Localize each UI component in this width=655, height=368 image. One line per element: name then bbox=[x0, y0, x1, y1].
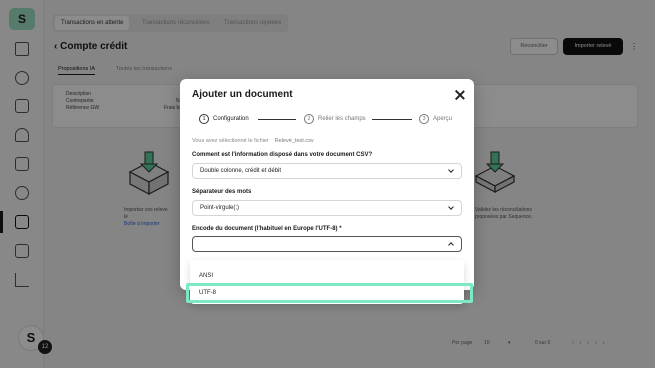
step-link-fields: 2 Relier les champs bbox=[304, 114, 366, 124]
step-label: Aperçu bbox=[433, 116, 453, 122]
selected-file-row: Vous avez sélectionné le fichier Relevé_t… bbox=[192, 138, 314, 144]
step-number: 2 bbox=[304, 114, 314, 124]
chevron-up-icon bbox=[448, 242, 454, 248]
close-icon[interactable] bbox=[454, 89, 466, 101]
step-configuration: 1 Configuration bbox=[199, 114, 249, 124]
encoding-select[interactable] bbox=[192, 236, 462, 252]
step-label: Configuration bbox=[213, 116, 249, 122]
step-number: 1 bbox=[199, 114, 209, 124]
chevron-down-icon bbox=[448, 204, 454, 210]
step-connector bbox=[372, 119, 412, 120]
csv-layout-select[interactable]: Double colonne, crédit et débit bbox=[192, 163, 462, 179]
step-connector bbox=[258, 119, 296, 120]
step-number: 3 bbox=[419, 114, 429, 124]
add-document-modal: Ajouter un document 1 Configuration 2 Re… bbox=[180, 79, 474, 290]
csv-layout-label: Comment est l'information disposé dans v… bbox=[192, 152, 373, 158]
step-preview: 3 Aperçu bbox=[419, 114, 452, 124]
selected-file-label: Vous avez sélectionné le fichier bbox=[192, 138, 269, 144]
chevron-down-icon bbox=[448, 167, 454, 173]
encoding-label: Encode du document (l'habituel en Europe… bbox=[192, 226, 342, 232]
step-label: Relier les champs bbox=[318, 116, 366, 122]
encoding-option-ansi[interactable]: ANSI bbox=[190, 268, 464, 284]
modal-title: Ajouter un document bbox=[192, 89, 293, 100]
option-highlight bbox=[186, 283, 473, 303]
separator-value: Point-virgule(;) bbox=[200, 205, 240, 211]
separator-select[interactable]: Point-virgule(;) bbox=[192, 200, 462, 216]
selected-file-name: Relevé_test.csv bbox=[274, 138, 314, 144]
separator-label: Séparateur des mots bbox=[192, 189, 252, 195]
csv-layout-value: Double colonne, crédit et débit bbox=[200, 168, 282, 174]
